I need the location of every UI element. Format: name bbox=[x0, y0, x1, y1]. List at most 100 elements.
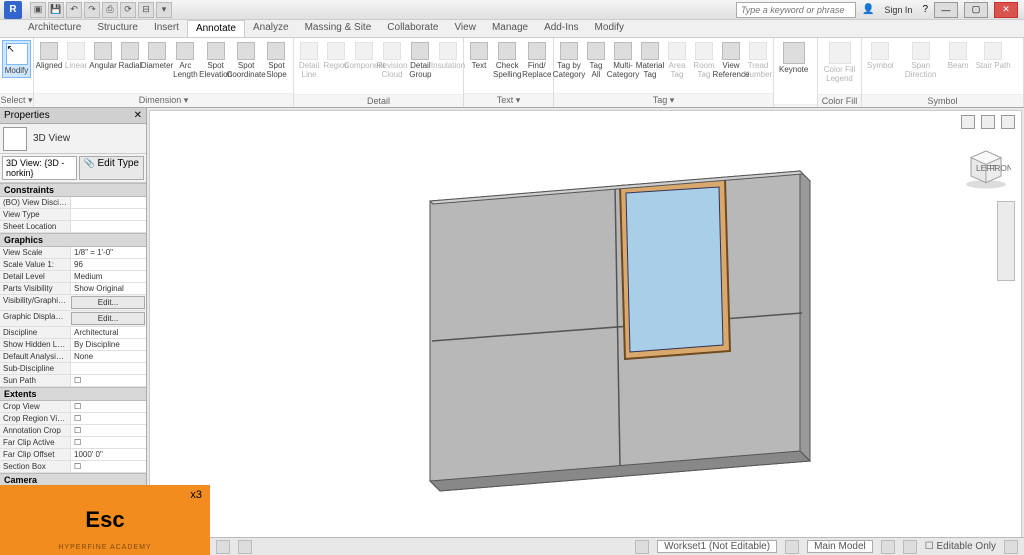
type-selector-row[interactable]: 3D View bbox=[0, 124, 146, 154]
tool-angular[interactable]: Angular bbox=[90, 40, 116, 72]
qat-print-icon[interactable]: ⎙ bbox=[102, 2, 118, 18]
tool-material-tag[interactable]: Material Tag bbox=[637, 40, 663, 81]
help-icon[interactable]: ? bbox=[922, 4, 928, 15]
wall-3d-model[interactable] bbox=[370, 141, 910, 521]
edit-type-button[interactable]: 📎 Edit Type bbox=[79, 156, 144, 180]
status-icon-2[interactable] bbox=[238, 540, 252, 554]
status-icon-3[interactable] bbox=[881, 540, 895, 554]
tool-detail-line[interactable]: Detail Line bbox=[296, 40, 322, 81]
tab-view[interactable]: View bbox=[446, 20, 484, 37]
prop-value[interactable] bbox=[70, 363, 146, 374]
tool-text[interactable]: Text bbox=[466, 40, 492, 72]
tab-annotate[interactable]: Annotate bbox=[187, 20, 245, 37]
workset-icon[interactable] bbox=[635, 540, 649, 554]
filter-icon[interactable] bbox=[1004, 540, 1018, 554]
qat-save-icon[interactable]: 💾 bbox=[48, 2, 64, 18]
prop-value[interactable]: Edit... bbox=[71, 296, 145, 309]
tool-find-replace[interactable]: Find/ Replace bbox=[523, 40, 552, 81]
tool-check-spelling[interactable]: Check Spelling bbox=[493, 40, 522, 81]
tool-tag-by-category[interactable]: Tag by Category bbox=[556, 40, 582, 81]
qat-open-icon[interactable]: ▣ bbox=[30, 2, 46, 18]
text-group-label[interactable]: Text ▾ bbox=[464, 93, 553, 107]
prop-value[interactable]: None bbox=[70, 351, 146, 362]
search-input[interactable] bbox=[736, 2, 856, 18]
tab-modify[interactable]: Modify bbox=[587, 20, 632, 37]
tool-aligned[interactable]: Aligned bbox=[36, 40, 62, 72]
select-group-label[interactable]: Select ▾ bbox=[0, 93, 33, 107]
tool-stair-path[interactable]: Stair Path bbox=[973, 40, 1014, 72]
view-cube[interactable]: LEFT FRONT bbox=[961, 141, 1011, 191]
prop-value[interactable]: Architectural bbox=[70, 327, 146, 338]
tool-tag-all[interactable]: Tag All bbox=[583, 40, 609, 81]
title-icon[interactable]: 👤 bbox=[862, 4, 874, 15]
modify-tool[interactable]: ↖Modify bbox=[2, 40, 31, 78]
tool-tread-number[interactable]: Tread Number bbox=[745, 40, 771, 81]
prop-value[interactable]: ☐ bbox=[70, 413, 146, 424]
tool-arc-length[interactable]: Arc Length bbox=[171, 40, 200, 81]
qat-undo-icon[interactable]: ↶ bbox=[66, 2, 82, 18]
prop-value[interactable]: ☐ bbox=[70, 461, 146, 472]
tab-addins[interactable]: Add-Ins bbox=[536, 20, 586, 37]
tag-group-label[interactable]: Tag ▾ bbox=[554, 93, 773, 107]
navigation-bar[interactable] bbox=[997, 201, 1015, 281]
prop-value[interactable]: ☐ bbox=[70, 437, 146, 448]
drawing-canvas[interactable]: LEFT FRONT bbox=[149, 110, 1022, 539]
prop-value[interactable]: ☐ bbox=[70, 375, 146, 386]
prop-value[interactable]: Show Original bbox=[70, 283, 146, 294]
tab-analyze[interactable]: Analyze bbox=[245, 20, 297, 37]
tool-linear[interactable]: Linear bbox=[63, 40, 89, 72]
tool-beam[interactable]: Beam bbox=[945, 40, 972, 72]
tool-spot-slope[interactable]: Spot Slope bbox=[262, 40, 291, 81]
prop-value[interactable] bbox=[70, 209, 146, 220]
workset-selector[interactable]: Workset1 (Not Editable) bbox=[657, 540, 777, 553]
tool-span-direction[interactable]: Span Direction bbox=[898, 40, 944, 81]
tab-structure[interactable]: Structure bbox=[89, 20, 146, 37]
dimension-group-label[interactable]: Dimension ▾ bbox=[34, 93, 293, 107]
minimize-button[interactable]: — bbox=[934, 2, 958, 18]
tool-symbol[interactable]: Symbol bbox=[864, 40, 897, 72]
tool-component[interactable]: Component bbox=[350, 40, 377, 72]
tool-revision-cloud[interactable]: Revision Cloud bbox=[378, 40, 405, 81]
qat-more-icon[interactable]: ▾ bbox=[156, 2, 172, 18]
view-max-icon[interactable] bbox=[981, 115, 995, 129]
tab-insert[interactable]: Insert bbox=[146, 20, 187, 37]
tool-view-reference[interactable]: View Reference bbox=[718, 40, 744, 81]
tab-architecture[interactable]: Architecture bbox=[20, 20, 89, 37]
prop-value[interactable]: 1/8" = 1'-0" bbox=[70, 247, 146, 258]
close-button[interactable]: ✕ bbox=[994, 2, 1018, 18]
tab-manage[interactable]: Manage bbox=[484, 20, 536, 37]
tool-radial[interactable]: Radial bbox=[117, 40, 143, 72]
properties-close-icon[interactable]: ✕ bbox=[134, 110, 142, 121]
keynote-tool[interactable]: Keynote bbox=[776, 40, 811, 76]
status-icon-1[interactable] bbox=[216, 540, 230, 554]
model-icon[interactable] bbox=[785, 540, 799, 554]
model-selector[interactable]: Main Model bbox=[807, 540, 873, 553]
qat-redo-icon[interactable]: ↷ bbox=[84, 2, 100, 18]
prop-value[interactable]: By Discipline bbox=[70, 339, 146, 350]
app-icon[interactable]: R bbox=[4, 1, 22, 19]
tab-massing[interactable]: Massing & Site bbox=[297, 20, 380, 37]
prop-value[interactable] bbox=[70, 197, 146, 208]
maximize-button[interactable]: ▢ bbox=[964, 2, 988, 18]
view-close-icon[interactable] bbox=[1001, 115, 1015, 129]
view-min-icon[interactable] bbox=[961, 115, 975, 129]
tool-area-tag[interactable]: Area Tag bbox=[664, 40, 690, 81]
tool-spot-coordinate[interactable]: Spot Coordinate bbox=[231, 40, 261, 81]
tool-room-tag[interactable]: Room Tag bbox=[691, 40, 717, 81]
editable-only-checkbox[interactable]: ☐ Editable Only bbox=[925, 541, 996, 552]
prop-value[interactable] bbox=[70, 221, 146, 232]
prop-value[interactable]: ☐ bbox=[70, 401, 146, 412]
prop-value[interactable]: Edit... bbox=[71, 312, 145, 325]
sign-in-link[interactable]: Sign In bbox=[880, 5, 916, 15]
prop-value[interactable]: ☐ bbox=[70, 425, 146, 436]
qat-sync-icon[interactable]: ⟳ bbox=[120, 2, 136, 18]
colorfill-tool[interactable]: Color Fill Legend bbox=[820, 40, 859, 85]
tool-insulation[interactable]: Insulation bbox=[435, 40, 461, 72]
qat-measure-icon[interactable]: ⊟ bbox=[138, 2, 154, 18]
prop-value[interactable]: 96 bbox=[70, 259, 146, 270]
status-icon-4[interactable] bbox=[903, 540, 917, 554]
prop-value[interactable]: 1000' 0" bbox=[70, 449, 146, 460]
tab-collaborate[interactable]: Collaborate bbox=[379, 20, 446, 37]
prop-value[interactable]: Medium bbox=[70, 271, 146, 282]
tool-diameter[interactable]: Diameter bbox=[144, 40, 170, 72]
